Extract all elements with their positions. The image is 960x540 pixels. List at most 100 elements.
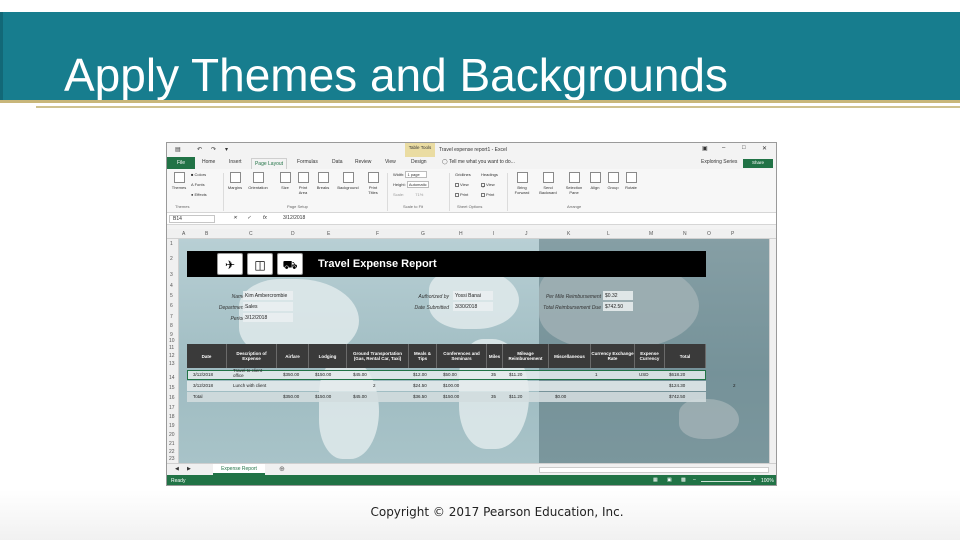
rotate-button[interactable]: Rotate (623, 172, 639, 190)
row-header[interactable]: 21 (169, 441, 175, 447)
tab-home[interactable]: Home (202, 159, 215, 165)
tab-data[interactable]: Data (332, 159, 343, 165)
margins-button[interactable]: Margins (227, 172, 243, 190)
col-header-l[interactable]: L (607, 231, 610, 237)
row-header[interactable]: 17 (169, 405, 175, 411)
headings-view-checkbox[interactable]: ✓View (481, 182, 495, 189)
tab-review[interactable]: Review (355, 159, 371, 165)
name-box[interactable]: B14 (169, 215, 215, 223)
table-header-cell[interactable]: Ground Transportation (Gas, Rental Car, … (347, 344, 409, 368)
period-value[interactable]: 3/12/2018 (243, 313, 293, 322)
print-titles-button[interactable]: Print Titles (365, 172, 381, 195)
row-header[interactable]: 7 (170, 314, 173, 320)
page-break-view-icon[interactable]: ▩ (681, 477, 686, 483)
total-label[interactable]: Total (193, 394, 203, 404)
ribbon-display-icon[interactable]: ▣ (702, 145, 708, 152)
gridlines-view-checkbox[interactable]: View (455, 182, 469, 187)
align-button[interactable]: Align (587, 172, 603, 190)
orientation-button[interactable]: Orientation (247, 172, 269, 190)
minimize-icon[interactable]: – (722, 145, 725, 151)
row-header[interactable]: 10 (169, 338, 175, 344)
col-header-k[interactable]: K (567, 231, 570, 237)
row-header[interactable]: 2 (170, 256, 173, 262)
size-button[interactable]: Size (277, 172, 293, 190)
table-header-cell[interactable]: Description of Expense (227, 344, 277, 368)
zoom-in-icon[interactable]: + (753, 477, 756, 483)
col-header-n[interactable]: N (683, 231, 687, 237)
bring-forward-button[interactable]: Bring Forward (511, 172, 533, 195)
print-area-button[interactable]: Print Area (295, 172, 311, 195)
row-header[interactable]: 19 (169, 423, 175, 429)
width-control[interactable]: Width: 1 page (393, 171, 427, 178)
authorized-by-value[interactable]: Yossi Banai (453, 291, 493, 300)
table-header-cell[interactable]: Conferences and Seminars (437, 344, 487, 368)
zoom-out-icon[interactable]: – (693, 477, 696, 483)
send-backward-button[interactable]: Send Backward (537, 172, 559, 195)
total-lodging[interactable]: $150.00 (315, 394, 331, 404)
tab-file[interactable]: File (167, 157, 195, 169)
zoom-slider[interactable] (701, 481, 751, 482)
fonts-button[interactable]: A Fonts (191, 182, 205, 187)
row-header[interactable]: 20 (169, 432, 175, 438)
name-value[interactable]: Kim Ambercrombie (243, 291, 293, 300)
col-header-p[interactable]: P (731, 231, 734, 237)
total-ground[interactable]: $45.00 (353, 394, 367, 404)
enter-icon[interactable]: ✓ (247, 215, 251, 221)
row2-stray-value[interactable]: 2 (733, 383, 736, 393)
share-button[interactable]: Share (743, 159, 773, 168)
col-header-a[interactable]: A (182, 231, 185, 237)
date-submitted-value[interactable]: 3/30/2018 (453, 302, 493, 311)
row-header[interactable]: 4 (170, 283, 173, 289)
table-header-cell[interactable]: Currency Exchange Rate (591, 344, 635, 368)
table-header-cell[interactable]: Meals & Tips (409, 344, 437, 368)
tab-design[interactable]: Design (411, 159, 427, 165)
undo-icon[interactable]: ↶ (197, 146, 202, 153)
tab-page-layout[interactable]: Page Layout (251, 158, 287, 169)
scale-control[interactable]: Scale: 71% (393, 192, 423, 197)
table-header-cell[interactable]: Airfare (277, 344, 309, 368)
tell-me-box[interactable]: Tell me what you want to do... (449, 159, 515, 165)
department-value[interactable]: Sales (243, 302, 293, 311)
themes-button[interactable]: Themes (171, 172, 187, 190)
colors-button[interactable]: ■ Colors (191, 172, 206, 177)
save-icon[interactable]: ▤ (175, 146, 181, 153)
table-header-cell[interactable]: Mileage Reimbursement (503, 344, 549, 368)
col-header-g[interactable]: G (421, 231, 425, 237)
row-header[interactable]: 14 (169, 375, 175, 381)
vertical-scrollbar[interactable] (769, 239, 776, 463)
customize-qat-icon[interactable]: ▾ (225, 146, 228, 153)
col-header-c[interactable]: C (249, 231, 253, 237)
row-header[interactable]: 16 (169, 395, 175, 401)
total-miscellaneous[interactable]: $0.00 (555, 394, 566, 404)
cancel-icon[interactable]: ✕ (233, 215, 237, 221)
selection-pane-button[interactable]: Selection Pane (563, 172, 585, 195)
row-header[interactable]: 15 (169, 385, 175, 391)
tab-view[interactable]: View (385, 159, 396, 165)
total-miles[interactable]: 35 (491, 394, 496, 404)
height-control[interactable]: Height: Automatic (393, 181, 429, 188)
gridlines-print-checkbox[interactable]: Print (455, 192, 468, 197)
row-header[interactable]: 12 (169, 353, 175, 359)
breaks-button[interactable]: Breaks (315, 172, 331, 190)
row-header[interactable]: 5 (170, 293, 173, 299)
table-header-cell[interactable]: Miles (487, 344, 503, 368)
table-header-cell[interactable]: Lodging (309, 344, 347, 368)
horizontal-scrollbar[interactable] (539, 467, 769, 473)
total-meals[interactable]: $36.50 (413, 394, 427, 404)
redo-icon[interactable]: ↷ (211, 146, 216, 153)
next-sheet-icon[interactable]: ▶ (187, 466, 191, 472)
col-header-d[interactable]: D (291, 231, 295, 237)
headings-print-checkbox[interactable]: Print (481, 192, 494, 197)
total-conferences[interactable]: $150.00 (443, 394, 459, 404)
total-mileage[interactable]: $11.20 (509, 394, 522, 404)
per-mile-value[interactable]: $0.32 (603, 291, 633, 300)
table-header-cell[interactable]: Date (187, 344, 227, 368)
add-sheet-icon[interactable]: ⊕ (279, 465, 285, 473)
table-header-cell[interactable]: Expense Currency (635, 344, 665, 368)
row-header[interactable]: 11 (169, 345, 174, 351)
insert-function-icon[interactable]: fx (263, 215, 267, 221)
row-header[interactable]: 8 (170, 323, 173, 329)
tab-formulas[interactable]: Formulas (297, 159, 318, 165)
prev-sheet-icon[interactable]: ◀ (175, 466, 179, 472)
col-header-m[interactable]: M (649, 231, 653, 237)
